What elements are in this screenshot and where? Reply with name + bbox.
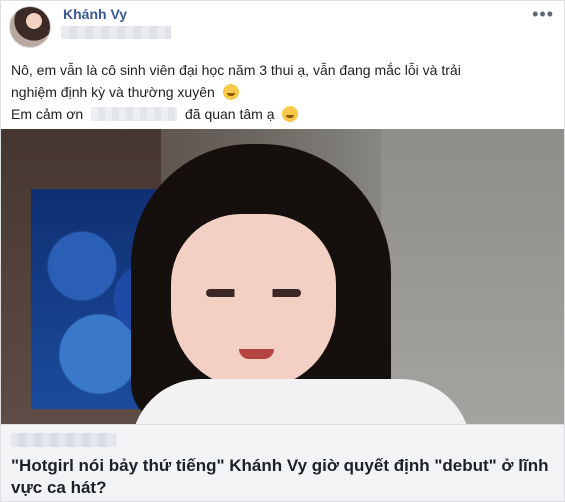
link-domain-redacted <box>11 433 116 447</box>
facebook-post: Khánh Vy ••• Nô, em vẫn là cô sinh viên … <box>0 0 565 502</box>
portrait-lips <box>239 349 274 359</box>
post-text-line-1: Nô, em vẫn là cô sinh viên đại học năm 3… <box>11 62 461 78</box>
post-text-line-3-start: Em cảm ơn <box>11 106 84 122</box>
portrait-shoulders <box>131 379 471 424</box>
more-options-icon[interactable]: ••• <box>532 4 554 25</box>
post-text-line-2-text: nghiệm định kỳ và thường xuyên <box>11 84 215 100</box>
portrait-eyes <box>206 289 301 297</box>
post-meta-redacted <box>61 26 171 39</box>
smiling-face-emoji-icon <box>282 106 299 122</box>
grinning-sweat-emoji-icon <box>222 84 239 100</box>
link-title[interactable]: "Hotgirl nói bảy thứ tiếng" Khánh Vy giờ… <box>11 455 551 499</box>
portrait-face <box>171 214 336 389</box>
author-name[interactable]: Khánh Vy <box>63 6 127 22</box>
post-text: Nô, em vẫn là cô sinh viên đại học năm 3… <box>11 59 551 125</box>
author-avatar[interactable] <box>9 6 51 48</box>
post-text-line-3-end: đã quan tâm ạ <box>184 106 275 122</box>
link-preview[interactable]: "Hotgirl nói bảy thứ tiếng" Khánh Vy giờ… <box>1 424 564 501</box>
post-image[interactable] <box>1 129 564 424</box>
post-text-line-3: Em cảm ơn đã quan tâm ạ <box>11 103 551 125</box>
post-text-line-2: nghiệm định kỳ và thường xuyên <box>11 81 551 103</box>
mention-redacted <box>91 107 178 121</box>
